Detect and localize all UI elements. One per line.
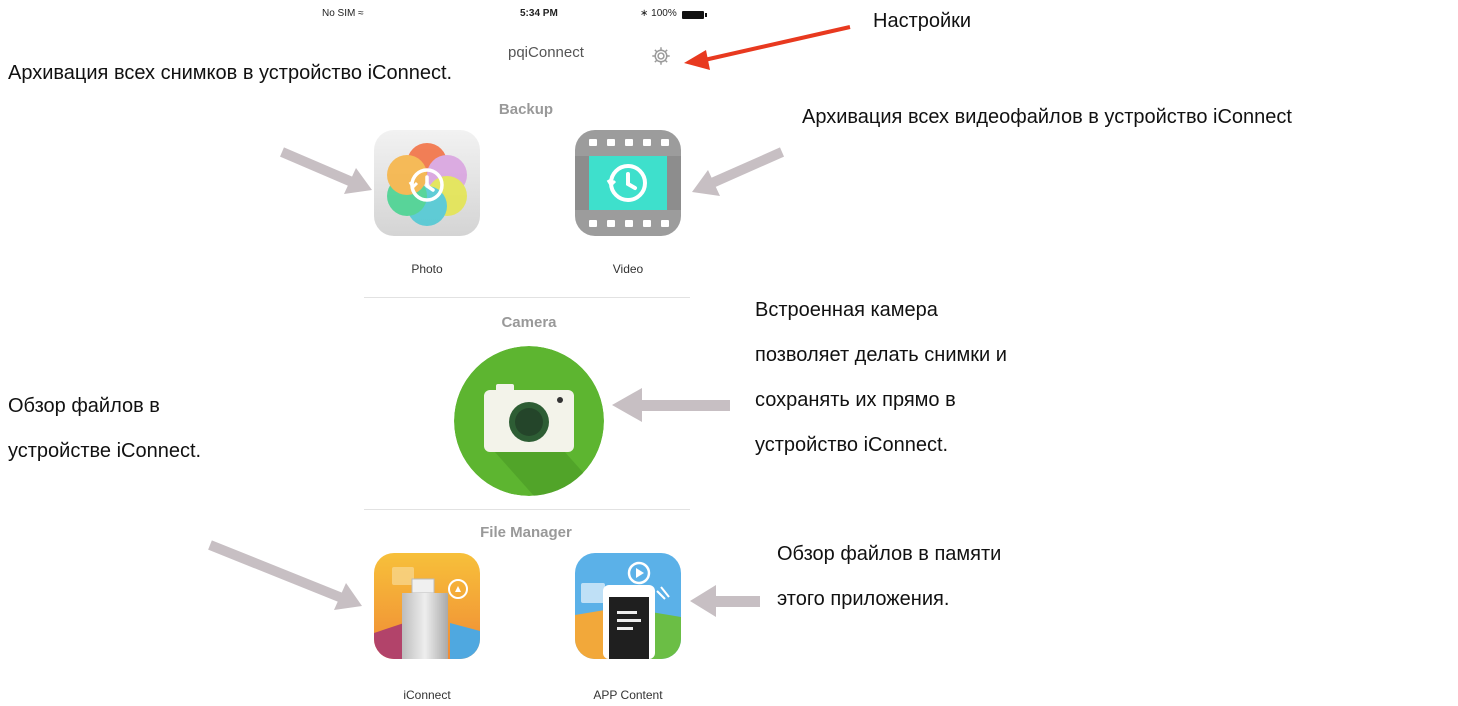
annotation-camera-line: сохранять их прямо в — [755, 389, 956, 411]
carrier-label: No SIM — [322, 8, 356, 19]
status-bar-battery: ∗ 100% — [640, 8, 677, 19]
photo-backup-button[interactable] — [374, 130, 480, 236]
photo-backup-icon — [374, 130, 480, 236]
iconnect-browse-label: iConnect — [403, 688, 451, 702]
battery-icon — [682, 11, 707, 19]
annotation-video-backup: Архивация всех видеофайлов в устройство … — [802, 106, 1292, 128]
bluetooth-icon: ∗ — [640, 8, 649, 19]
annotation-app-content-line: этого приложения. — [777, 588, 950, 610]
annotation-photo-backup: Архивация всех снимков в устройство iCon… — [8, 62, 453, 84]
section-title-file-manager: File Manager — [480, 524, 572, 541]
section-title-backup: Backup — [498, 101, 554, 118]
status-bar-carrier: No SIM ≈ — [322, 8, 364, 19]
app-content-label: APP Content — [593, 688, 663, 702]
camera-button[interactable] — [454, 346, 604, 496]
gear-icon[interactable] — [650, 45, 672, 67]
app-content-icon — [575, 553, 681, 659]
section-title-camera: Camera — [501, 314, 557, 331]
annotation-camera-line: Встроенная камера — [755, 299, 938, 321]
gray-arrow-camera — [612, 388, 730, 422]
red-arrow-settings — [684, 25, 851, 70]
iconnect-drive-icon — [374, 553, 480, 659]
video-backup-icon — [575, 130, 681, 236]
app-title: pqiConnect — [508, 44, 584, 61]
video-backup-label: Video — [612, 262, 644, 276]
gray-arrow-video — [692, 147, 785, 196]
annotation-settings: Настройки — [873, 10, 972, 32]
section-divider — [364, 297, 690, 298]
status-bar-time: 5:34 PM — [520, 8, 558, 19]
annotated-screenshot: No SIM ≈ 5:34 PM ∗ 100% pqiConnect Backu… — [0, 0, 1458, 706]
annotation-camera-line: позволяет делать снимки и — [755, 344, 1007, 366]
gray-arrow-photo — [280, 147, 372, 194]
app-content-button[interactable] — [575, 553, 681, 659]
annotation-camera: Встроенная камера позволяет делать снимк… — [755, 288, 1007, 468]
annotation-app-content-line: Обзор файлов в памяти — [777, 543, 1002, 565]
wifi-icon: ≈ — [358, 8, 364, 19]
photo-backup-label: Photo — [411, 262, 443, 276]
video-backup-button[interactable] — [575, 130, 681, 236]
gray-arrow-app-content — [690, 585, 760, 617]
iconnect-browse-button[interactable] — [374, 553, 480, 659]
camera-icon — [454, 346, 604, 496]
annotation-app-content: Обзор файлов в памяти этого приложения. — [777, 532, 1001, 622]
gray-arrow-iconnect — [208, 540, 362, 610]
annotation-camera-line: устройство iConnect. — [755, 434, 949, 456]
battery-percent: 100% — [651, 8, 677, 19]
annotation-iconnect-browse: Обзор файлов в устройстве iConnect. — [8, 384, 201, 474]
annotation-iconnect-line: устройстве iConnect. — [8, 440, 202, 462]
section-divider — [364, 509, 690, 510]
annotation-iconnect-line: Обзор файлов в — [8, 395, 160, 417]
